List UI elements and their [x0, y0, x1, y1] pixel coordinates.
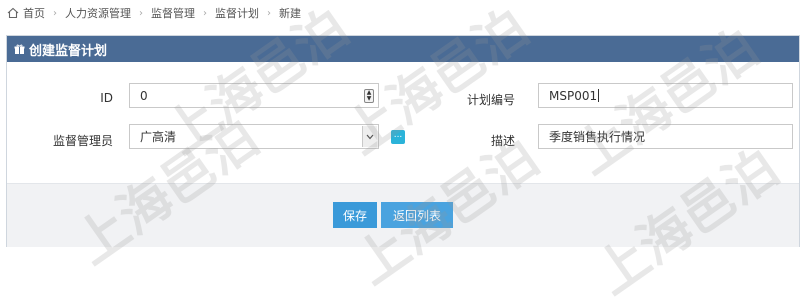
- breadcrumb-item-new: 新建: [279, 7, 301, 20]
- manager-label: 监督管理员: [52, 134, 113, 148]
- create-plan-panel: 创建监督计划 ID 0 ▲ ▼ 计划编号 MSP001 监督管理员 广高清 ...…: [6, 35, 800, 247]
- desc-field[interactable]: 季度销售执行情况: [538, 124, 793, 149]
- desc-label: 描述: [490, 134, 515, 148]
- id-value: 0: [140, 88, 148, 103]
- breadcrumb-item-plan[interactable]: 监督计划: [215, 5, 259, 21]
- manager-value: 广高清: [140, 130, 177, 144]
- save-button[interactable]: 保存: [333, 202, 377, 228]
- form-footer: 保存 返回列表: [7, 183, 799, 247]
- breadcrumb-separator: ›: [267, 7, 271, 19]
- id-label: ID: [100, 91, 113, 105]
- form-body: ID 0 ▲ ▼ 计划编号 MSP001 监督管理员 广高清 ... 描述 季度销…: [7, 62, 799, 183]
- gift-icon: [14, 44, 25, 54]
- code-value: MSP001: [549, 88, 598, 103]
- pick-manager-button[interactable]: ...: [391, 130, 405, 144]
- panel-title: 创建监督计划: [29, 43, 108, 59]
- desc-value: 季度销售执行情况: [549, 130, 646, 144]
- back-to-list-button[interactable]: 返回列表: [381, 202, 453, 228]
- breadcrumb: 首页 › 人力资源管理 › 监督管理 › 监督计划 › 新建: [0, 0, 800, 26]
- home-icon: [7, 7, 19, 19]
- breadcrumb-item-home[interactable]: 首页: [23, 5, 45, 21]
- panel-header: 创建监督计划: [7, 36, 799, 62]
- text-cursor: [598, 89, 600, 102]
- code-field[interactable]: MSP001: [538, 83, 793, 108]
- breadcrumb-separator: ›: [203, 7, 207, 19]
- breadcrumb-separator: ›: [53, 7, 57, 19]
- spinner-icon[interactable]: ▲ ▼: [364, 89, 374, 103]
- manager-select[interactable]: 广高清: [129, 124, 379, 149]
- breadcrumb-item-supervision[interactable]: 监督管理: [151, 5, 195, 21]
- breadcrumb-separator: ›: [139, 7, 143, 19]
- id-field[interactable]: 0 ▲ ▼: [129, 83, 379, 108]
- code-label: 计划编号: [466, 93, 515, 107]
- breadcrumb-item-hr[interactable]: 人力资源管理: [65, 5, 131, 21]
- breadcrumb-home[interactable]: 首页: [7, 5, 45, 21]
- chevron-down-icon[interactable]: [362, 126, 377, 147]
